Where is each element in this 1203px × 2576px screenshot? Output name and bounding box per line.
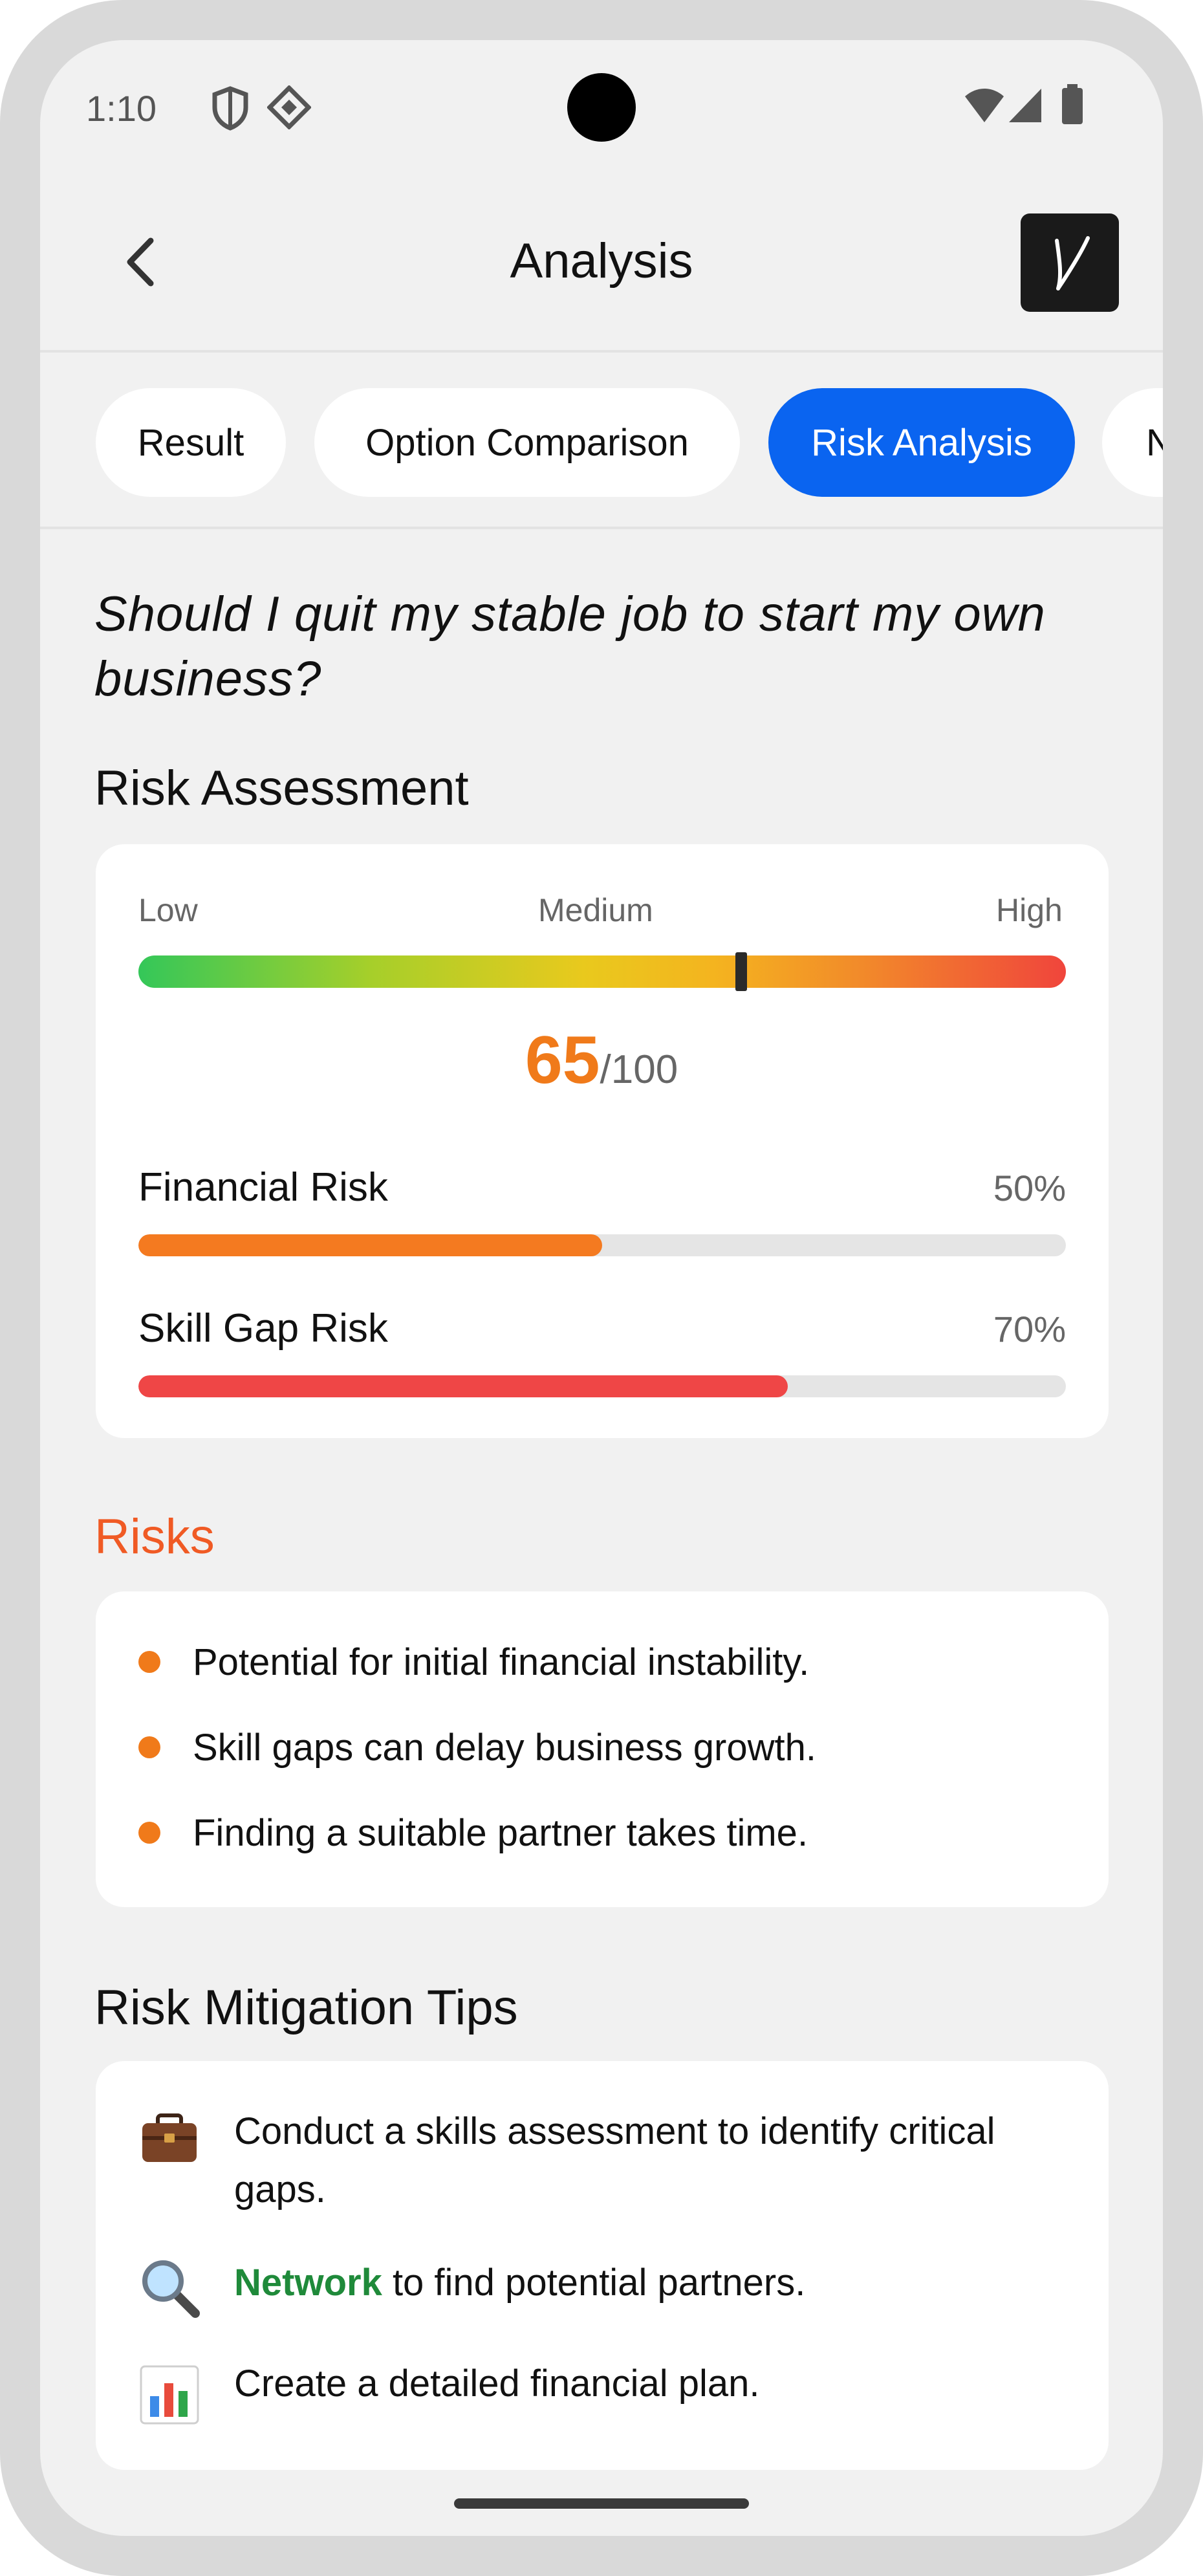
financial-risk-label: Financial Risk: [138, 1165, 388, 1210]
scale-high-label: High: [996, 892, 1063, 928]
skill-gap-risk-label: Skill Gap Risk: [138, 1306, 388, 1351]
risk-score-value: 65: [525, 1023, 600, 1098]
magnifier-icon: [142, 2260, 200, 2318]
skill-gap-risk-bar-fill: [138, 1375, 788, 1397]
signature-logo-icon: [1055, 236, 1090, 290]
front-camera: [567, 73, 636, 142]
tip-body: Create a detailed financial plan.: [234, 2363, 760, 2405]
bullet-dot: [138, 1736, 160, 1758]
tip-body: Conduct a skills assessment to identify …: [234, 2110, 995, 2210]
risk-item: Skill gaps can delay business growth.: [193, 1727, 816, 1769]
tab-risk-analysis[interactable]: Risk Analysis: [768, 388, 1075, 497]
scale-low-label: Low: [138, 892, 198, 928]
risk-score-max: /100: [600, 1047, 678, 1092]
diamond-grid-icon: [267, 85, 311, 129]
scale-medium-label: Medium: [538, 892, 653, 928]
risk-item: Finding a suitable partner takes time.: [193, 1812, 808, 1854]
bullet-dot: [138, 1822, 160, 1844]
tab-option-comparison[interactable]: Option Comparison: [314, 388, 740, 497]
financial-risk-percent: 50%: [993, 1168, 1066, 1208]
tabs-divider: [40, 527, 1163, 529]
header-divider: [40, 350, 1163, 353]
risks-heading: Risks: [94, 1509, 215, 1564]
battery-icon: [1062, 84, 1083, 124]
risk-mitigation-heading: Risk Mitigation Tips: [94, 1980, 518, 2035]
financial-risk-bar-fill: [138, 1234, 602, 1256]
tab-result[interactable]: Result: [96, 388, 286, 497]
briefcase-icon: [142, 2113, 197, 2162]
tip-text: Network to find potential partners.: [234, 2254, 1075, 2312]
financial-risk-bar: [138, 1234, 1066, 1256]
signal-icon: [1009, 89, 1041, 122]
shield-icon: [212, 86, 248, 131]
tip-text: Conduct a skills assessment to identify …: [234, 2102, 1075, 2219]
risk-gauge-bar: [138, 955, 1066, 988]
tip-body: to find potential partners.: [382, 2262, 806, 2304]
risk-assessment-heading: Risk Assessment: [94, 761, 469, 816]
risk-gauge-marker: [735, 952, 748, 991]
tip-text: Create a detailed financial plan.: [234, 2355, 1075, 2413]
skill-gap-risk-bar: [138, 1375, 1066, 1397]
risk-item: Potential for initial financial instabil…: [193, 1641, 810, 1683]
wifi-icon: [965, 89, 1004, 122]
bullet-dot: [138, 1651, 160, 1673]
status-time: 1:10: [86, 88, 157, 129]
app-logo-button[interactable]: [1021, 213, 1119, 312]
network-link[interactable]: Network: [234, 2262, 382, 2304]
question-text: Should I quit my stable job to start my …: [94, 587, 1046, 706]
skill-gap-risk-percent: 70%: [993, 1309, 1066, 1349]
risk-score: 65/100: [0, 1022, 1203, 1099]
bar-chart-icon: [140, 2365, 199, 2425]
home-indicator[interactable]: [454, 2498, 749, 2509]
